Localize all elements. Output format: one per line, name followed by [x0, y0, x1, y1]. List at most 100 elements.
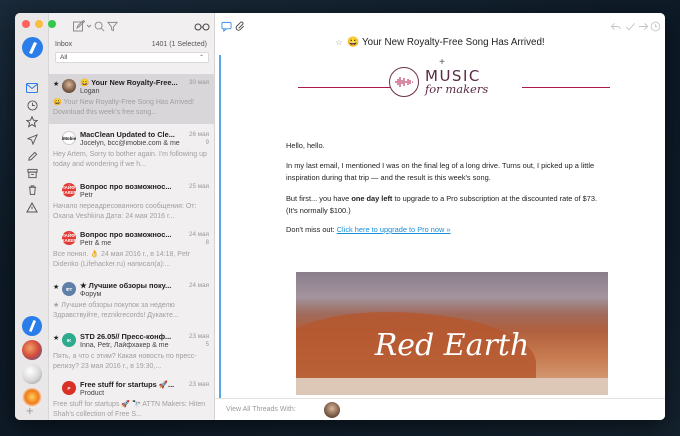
- sender-avatar: ЛАЙФ ХАКЕР: [61, 183, 77, 197]
- forward-icon[interactable]: [638, 19, 650, 31]
- paragraph-2: But first... you have one day left to up…: [286, 193, 606, 216]
- mailbox-name: Inbox: [55, 41, 73, 48]
- send-icon[interactable]: [25, 132, 39, 146]
- message-list-panel: Inbox 1401 (1 Selected) All ⌃ ★ 😀 Your Ne…: [49, 13, 215, 420]
- hero-title: Red Earth: [374, 328, 530, 363]
- message-sender: Форум: [80, 291, 102, 298]
- filter-icon[interactable]: [106, 19, 119, 32]
- chevron-down-icon[interactable]: [86, 19, 92, 31]
- paragraph-3: Don't miss out: Click here to upgrade to…: [286, 224, 606, 236]
- sender-avatar: iMobie: [62, 131, 76, 145]
- sender-avatar: ЛАЙФ ХАКЕР: [61, 231, 77, 245]
- message-row[interactable]: ★ ФТ ★ Лучшие обзоры поку... 24 мая Форум ★ Л…: [49, 277, 215, 327]
- airmail-logo-icon[interactable]: [22, 37, 43, 58]
- sender-avatar: P: [62, 381, 76, 395]
- sender-avatar[interactable]: [324, 402, 340, 418]
- message-preview: Все понял. 👌 24 мая 2016 г., в 14:18, Pe…: [53, 251, 191, 268]
- thread-count: 9: [205, 140, 209, 146]
- message-row[interactable]: P Free stuff for startups 🚀... 23 мая Produ…: [49, 376, 215, 420]
- message-sender: Product: [80, 390, 105, 397]
- message-row[interactable]: ЛАЙФ ХАКЕР Вопрос про возможнос... 25 мая P…: [49, 178, 215, 228]
- message-sender: Petr & me: [80, 240, 112, 247]
- pane-toolbar: [215, 13, 665, 37]
- star-icon[interactable]: ☆: [335, 38, 342, 47]
- email-subject-text: 😀 Your New Royalty-Free Song Has Arrived…: [347, 37, 545, 48]
- view-all-threads-label: View All Threads With:: [226, 406, 296, 413]
- message-subject: ★ Лучшие обзоры поку...: [80, 281, 172, 290]
- logo-line-2: for makers: [425, 81, 489, 96]
- hero-sand: [296, 378, 608, 395]
- message-subject: Free stuff for startups 🚀...: [80, 380, 175, 389]
- message-date: 30 мая: [189, 79, 209, 86]
- reading-pane: ☆ 😀 Your New Royalty-Free Song Has Arriv…: [215, 13, 665, 420]
- message-date: 23 мая: [189, 381, 209, 388]
- message-sender: Petr: [80, 192, 93, 199]
- message-date: 23 мая: [189, 333, 209, 340]
- sender-avatar: IK: [62, 333, 76, 347]
- pencil-icon[interactable]: [25, 149, 39, 163]
- paragraph-3-start: Don't miss out:: [286, 225, 337, 234]
- zoom-window-button[interactable]: [48, 20, 56, 28]
- chevron-down-icon: ⌃: [198, 55, 204, 61]
- account-avatar-airmail[interactable]: [22, 316, 42, 336]
- upgrade-link[interactable]: Click here to upgrade to Pro now »: [337, 225, 451, 234]
- message-preview: Начало переадресованного сообщения: От: …: [53, 203, 197, 220]
- attachment-icon[interactable]: [235, 19, 247, 31]
- thread-indicator: [219, 55, 221, 405]
- snooze-clock-icon[interactable]: [650, 19, 662, 32]
- message-sender: Jocelyn, bcc@imobie.com & me: [80, 140, 180, 147]
- greeting: Hello, hello.: [286, 141, 325, 150]
- message-date: 25 мая: [189, 183, 209, 190]
- message-sender: Inna, Petr, Лайфхакер & me: [80, 342, 169, 349]
- search-icon[interactable]: [94, 19, 106, 32]
- reply-icon[interactable]: [610, 19, 622, 31]
- message-row[interactable]: ЛАЙФ ХАКЕР Вопрос про возможнос... 24 мая P…: [49, 226, 215, 276]
- warning-icon[interactable]: [25, 200, 39, 214]
- message-row[interactable]: ★ 😀 Your New Royalty-Free... 30 мая Logan 😀 …: [49, 74, 215, 124]
- account-avatar-3[interactable]: [22, 364, 42, 384]
- message-preview: Пять, а что с этим? Какая новость по пре…: [53, 353, 197, 370]
- paragraph-2-bold: one day left: [351, 194, 393, 203]
- message-preview: ★ Лучшие обзоры покупок за неделю Здравс…: [53, 302, 179, 319]
- message-date: 24 мая: [189, 231, 209, 238]
- message-sender: Logan: [80, 88, 100, 95]
- trash-icon[interactable]: [25, 183, 39, 197]
- filter-select[interactable]: All ⌃: [55, 52, 209, 63]
- sender-avatar: ФТ: [62, 282, 76, 296]
- account-avatar-2[interactable]: [22, 340, 42, 360]
- close-window-button[interactable]: [22, 20, 30, 28]
- sound-wave-icon: [389, 67, 419, 97]
- hero-image: Red Earth: [296, 272, 608, 395]
- message-subject: Вопрос про возможнос...: [80, 182, 172, 191]
- message-subject: MacClean Updated to Cle...: [80, 130, 175, 139]
- add-account-button[interactable]: +: [26, 403, 34, 418]
- email-subject: ☆ 😀 Your New Royalty-Free Song Has Arriv…: [215, 37, 665, 48]
- compose-icon[interactable]: [73, 19, 86, 32]
- filter-value: All: [60, 54, 68, 61]
- header-rule-left: [298, 87, 391, 88]
- message-preview: 😀 Your New Royalty-Free Song Has Arrived…: [53, 99, 194, 116]
- clock-icon[interactable]: [25, 98, 39, 112]
- checkmark-icon[interactable]: [625, 19, 637, 31]
- music-for-makers-logo: MUSIC for makers: [389, 67, 488, 97]
- message-subject: 😀 Your New Royalty-Free...: [80, 78, 178, 87]
- minimize-window-button[interactable]: [35, 20, 43, 28]
- archive-icon[interactable]: [25, 166, 39, 180]
- star-icon[interactable]: ★: [53, 334, 59, 342]
- chat-icon[interactable]: [221, 19, 233, 33]
- message-count: 1401 (1 Selected): [151, 41, 207, 48]
- thread-count: 8: [205, 240, 209, 246]
- message-subject: STD 26.05// Пресс-конф...: [80, 332, 172, 341]
- star-icon[interactable]: ★: [53, 283, 59, 291]
- email-body: + MUSIC for makers Hello, hello. In my l…: [226, 53, 658, 395]
- header-rule-right: [522, 87, 610, 88]
- inbox-icon[interactable]: [25, 81, 39, 95]
- message-subject: Вопрос про возможнос...: [80, 230, 172, 239]
- message-row[interactable]: iMobie MacClean Updated to Cle... 26 мая Jo…: [49, 126, 215, 176]
- star-icon[interactable]: ★: [53, 80, 59, 88]
- star-icon[interactable]: [25, 115, 39, 129]
- glasses-icon[interactable]: [194, 19, 210, 31]
- sender-avatar: [62, 79, 76, 93]
- message-preview: Free stuff for startups 🚀 🔭 ATTN Makers:…: [53, 401, 206, 418]
- message-row[interactable]: ★ IK STD 26.05// Пресс-конф... 23 мая Inna, …: [49, 328, 215, 378]
